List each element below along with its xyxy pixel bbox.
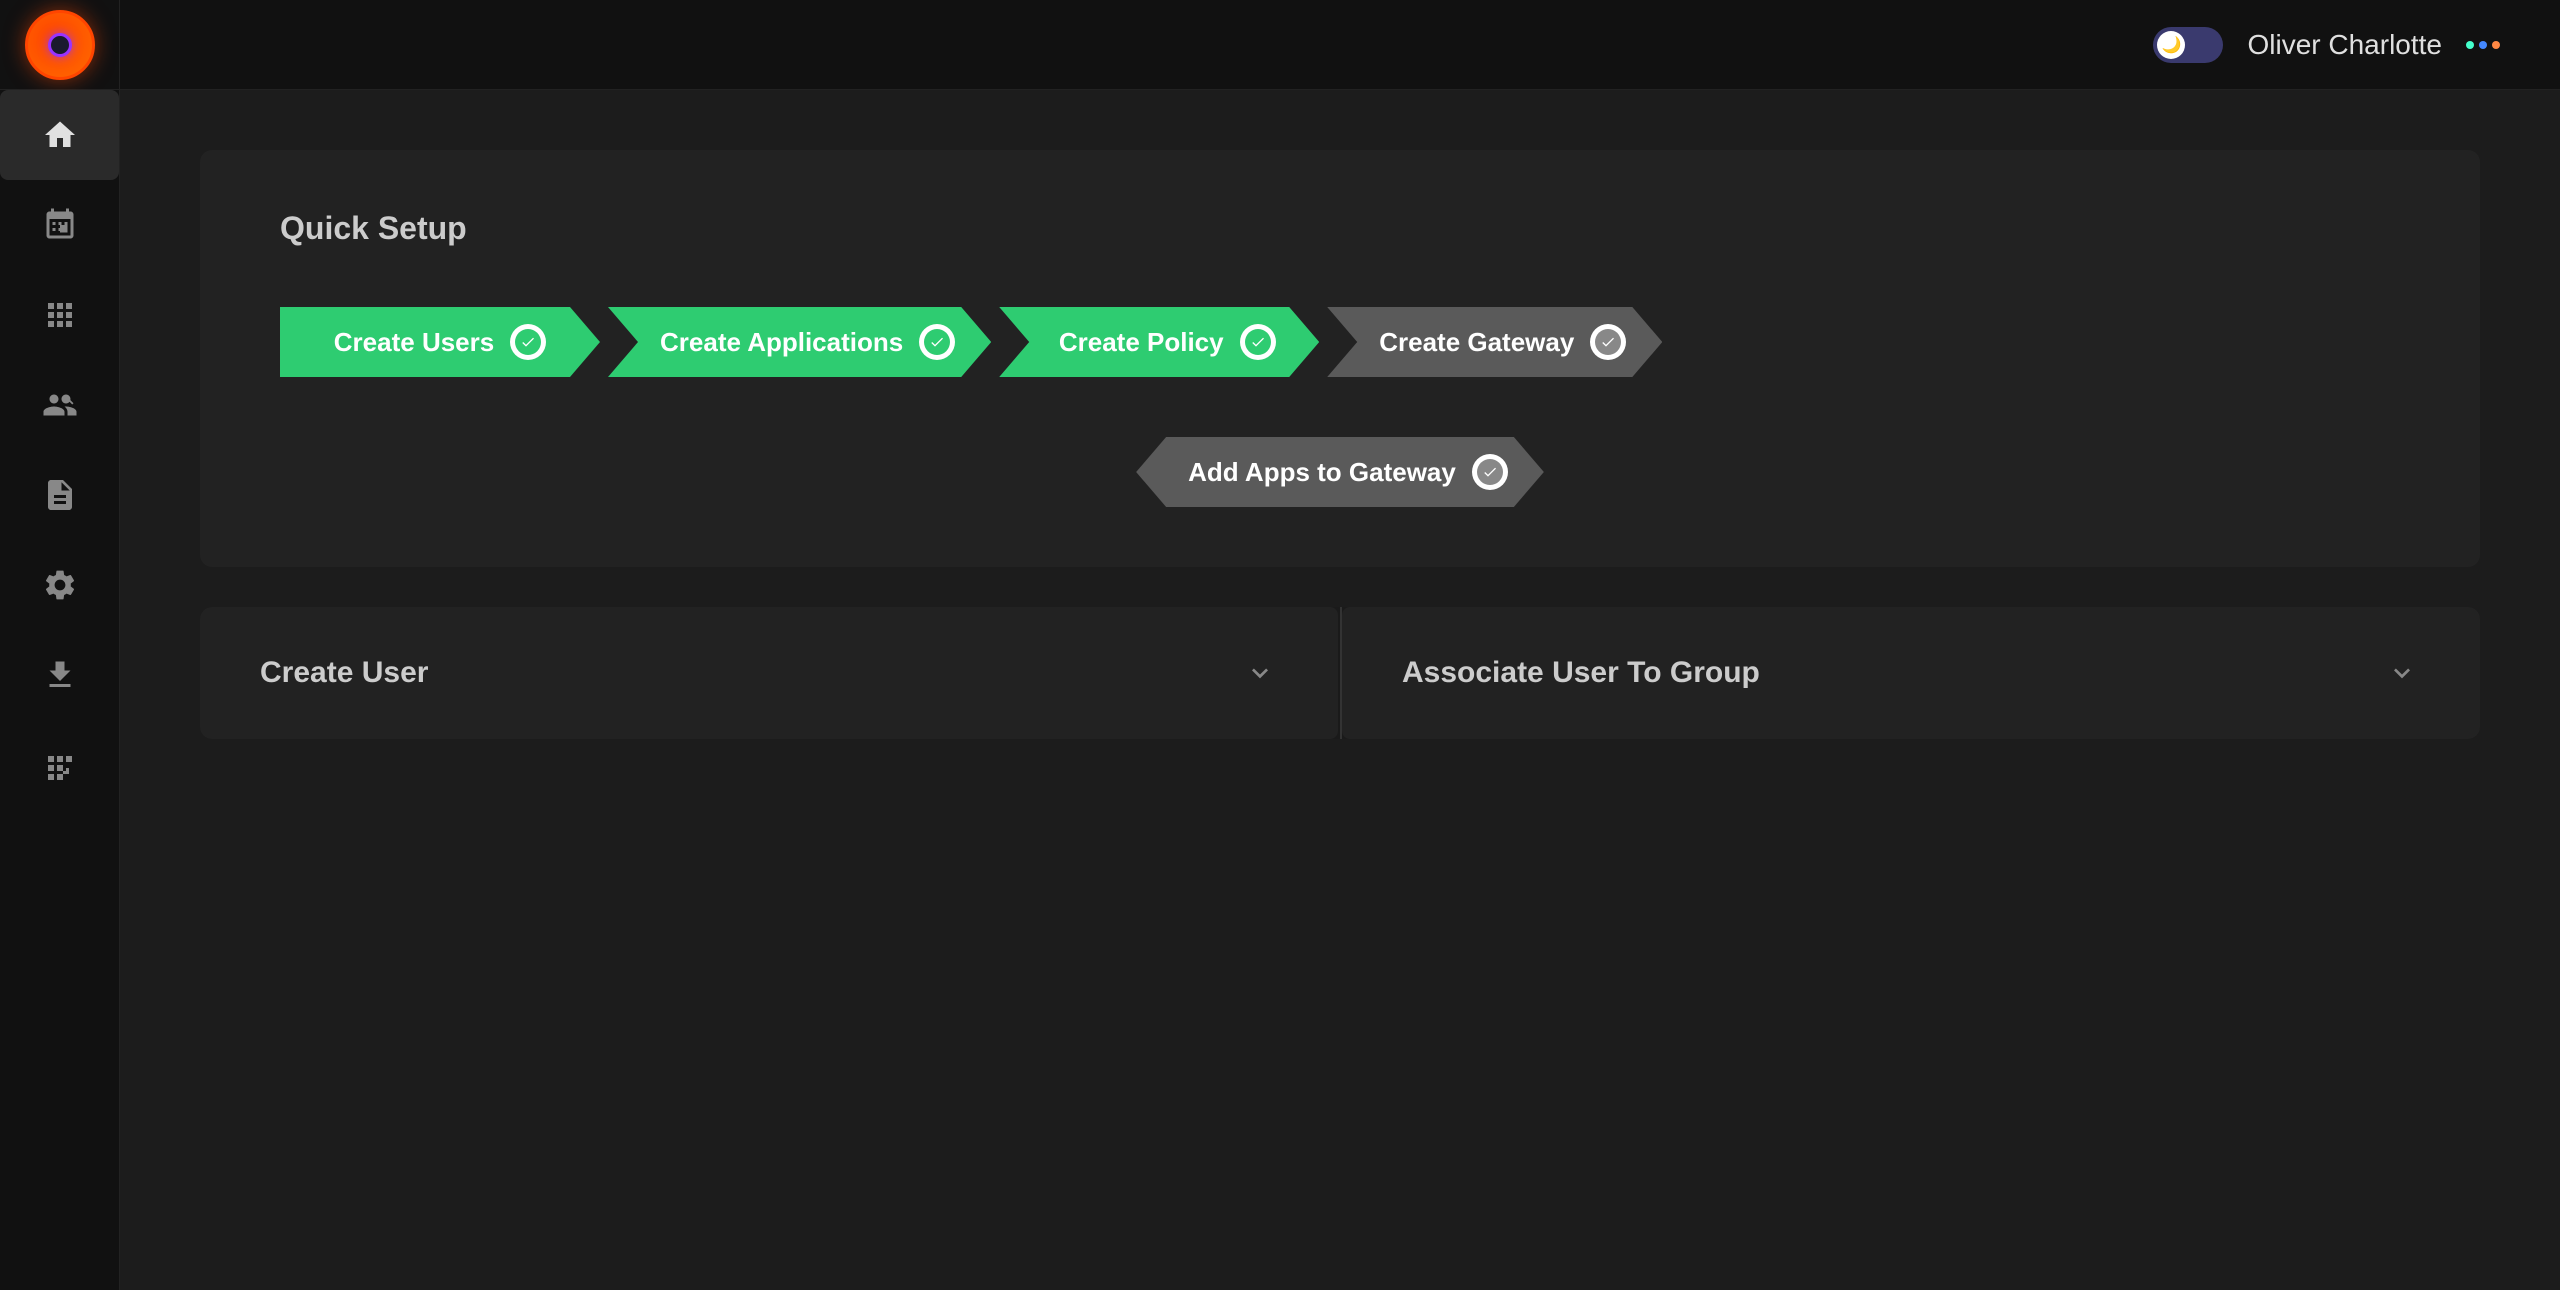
step-label-create-policy: Create Policy (1059, 327, 1224, 358)
sidebar-item-users[interactable] (0, 180, 119, 270)
sidebar-item-apps[interactable] (0, 270, 119, 360)
step-label-create-applications: Create Applications (660, 327, 903, 358)
step-create-applications[interactable]: Create Applications (608, 307, 991, 377)
step-check-create-policy (1240, 324, 1276, 360)
username-display: Oliver Charlotte (2247, 29, 2442, 61)
step-body-add-to-gateway: Add Apps to Gateway (1136, 437, 1544, 507)
step-body-create-policy: Create Policy (999, 307, 1319, 377)
logo-area (0, 0, 120, 90)
check-inner-add-to-gateway (1477, 459, 1503, 485)
associate-user-title: Associate User To Group (1402, 656, 1760, 690)
sidebar (0, 0, 120, 1290)
sidebar-item-home[interactable] (0, 90, 119, 180)
step-check-create-applications (919, 324, 955, 360)
settings-icon (38, 563, 82, 607)
download-icon (38, 653, 82, 697)
check-inner-create-users (515, 329, 541, 355)
step-create-policy[interactable]: Create Policy (999, 307, 1319, 377)
toggle-knob (2157, 31, 2185, 59)
quick-setup-section: Quick Setup Create Users (200, 150, 2480, 567)
step-check-add-to-gateway (1472, 454, 1508, 490)
topbar-right: Oliver Charlotte (2153, 27, 2500, 63)
app-logo[interactable] (25, 10, 95, 80)
step-body-create-users: Create Users (280, 307, 600, 377)
identity-icon (38, 383, 82, 427)
main-content: Quick Setup Create Users (120, 90, 2560, 1290)
check-inner-create-policy (1245, 329, 1271, 355)
theme-toggle[interactable] (2153, 27, 2223, 63)
step-check-create-users (510, 324, 546, 360)
step-body-create-applications: Create Applications (608, 307, 991, 377)
sidebar-item-identity[interactable] (0, 360, 119, 450)
logo-inner (48, 33, 72, 57)
associate-user-header: Associate User To Group (1402, 655, 2420, 691)
user-menu-icon[interactable] (2466, 41, 2500, 49)
quick-setup-title: Quick Setup (280, 210, 2400, 247)
associate-user-chevron[interactable] (2384, 655, 2420, 691)
create-user-title: Create User (260, 656, 428, 690)
users-icon (38, 203, 82, 247)
create-user-header: Create User (260, 655, 1278, 691)
step-label-create-gateway: Create Gateway (1379, 327, 1574, 358)
sidebar-item-policies[interactable] (0, 450, 119, 540)
policies-icon (38, 473, 82, 517)
sidebar-item-settings[interactable] (0, 540, 119, 630)
apps-grid-icon (38, 293, 82, 337)
check-inner-create-applications (924, 329, 950, 355)
step-create-gateway[interactable]: Create Gateway (1327, 307, 1662, 377)
step-add-to-gateway[interactable]: Add Apps to Gateway (1136, 437, 1544, 507)
home-icon (38, 113, 82, 157)
create-user-panel: Create User (200, 607, 1338, 739)
create-user-chevron[interactable] (1242, 655, 1278, 691)
check-inner-create-gateway (1595, 329, 1621, 355)
integrations-icon (38, 743, 82, 787)
sidebar-item-downloads[interactable] (0, 630, 119, 720)
step-label-add-to-gateway: Add Apps to Gateway (1188, 457, 1456, 488)
step-check-create-gateway (1590, 324, 1626, 360)
associate-user-panel: Associate User To Group (1342, 607, 2480, 739)
panels-row: Create User Associate User To Group (200, 607, 2480, 739)
topbar: Oliver Charlotte (0, 0, 2560, 90)
steps-row-1: Create Users Create Applications (280, 307, 2400, 377)
step-label-create-users: Create Users (334, 327, 494, 358)
steps-row-2: Add Apps to Gateway (280, 437, 2400, 507)
step-create-users[interactable]: Create Users (280, 307, 600, 377)
sidebar-item-integrations[interactable] (0, 720, 119, 810)
step-body-create-gateway: Create Gateway (1327, 307, 1662, 377)
